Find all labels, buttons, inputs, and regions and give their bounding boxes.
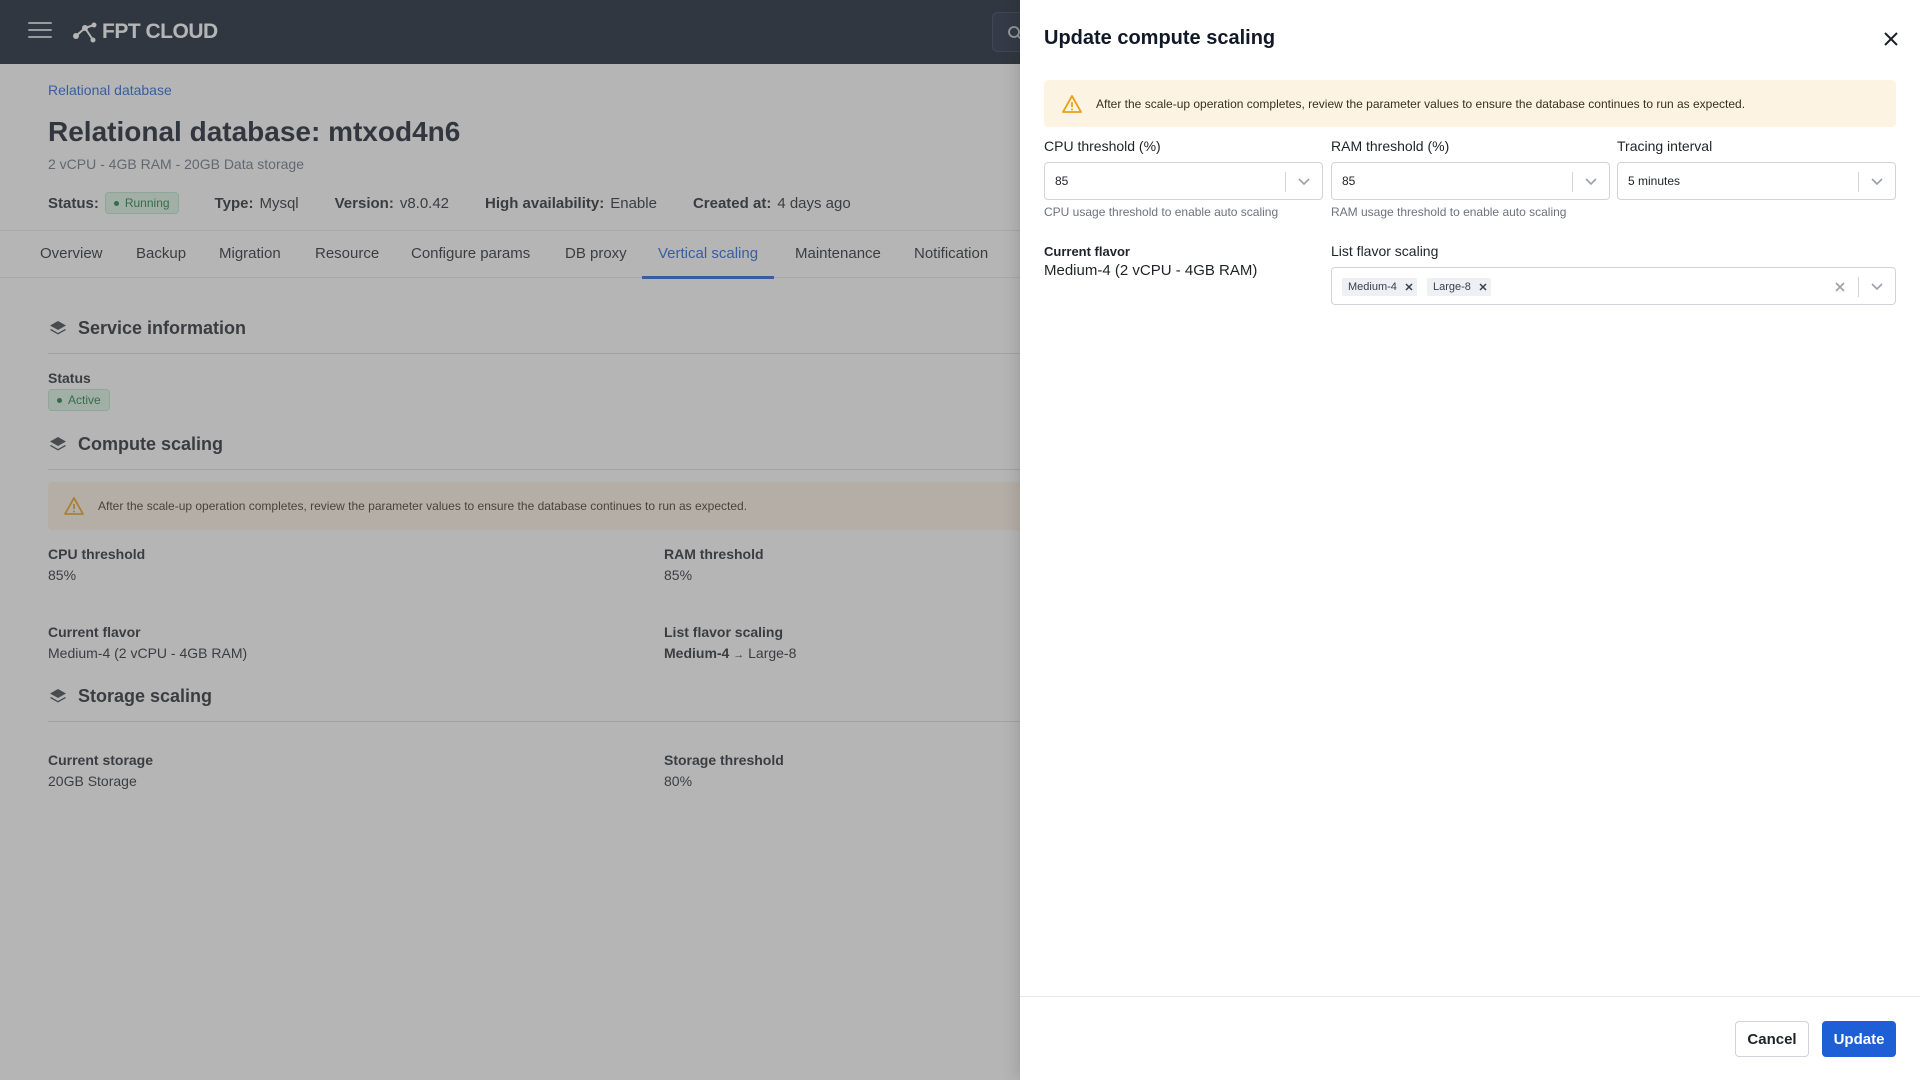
flavor-tag: Large-8 xyxy=(1427,278,1491,296)
flavor-list-multiselect[interactable]: Medium-4 Large-8 xyxy=(1331,267,1896,305)
list-flavor-field-label: List flavor scaling xyxy=(1331,243,1439,259)
tracing-interval-select[interactable]: 5 minutes xyxy=(1617,162,1896,200)
cpu-threshold-selected: 85 xyxy=(1055,174,1069,188)
cpu-threshold-field-label: CPU threshold (%) xyxy=(1044,138,1161,154)
select-separator xyxy=(1572,172,1573,192)
scale-up-warning-alert: After the scale-up operation completes, … xyxy=(1044,80,1896,127)
current-flavor-field-label: Current flavor xyxy=(1044,244,1130,259)
tracing-interval-selected: 5 minutes xyxy=(1628,174,1681,188)
ram-threshold-selected: 85 xyxy=(1342,174,1356,188)
close-icon[interactable] xyxy=(1882,30,1900,48)
select-separator xyxy=(1858,277,1859,297)
clear-all-icon[interactable] xyxy=(1835,282,1845,292)
tracing-interval-field-label: Tracing interval xyxy=(1617,138,1713,154)
select-separator xyxy=(1858,172,1859,192)
drawer-title: Update compute scaling xyxy=(1044,27,1276,49)
warning-icon xyxy=(1062,94,1082,113)
cpu-threshold-hint: CPU usage threshold to enable auto scali… xyxy=(1044,205,1279,219)
cpu-threshold-select[interactable]: 85 xyxy=(1044,162,1323,200)
update-button[interactable]: Update xyxy=(1822,1021,1896,1057)
remove-tag-icon[interactable] xyxy=(1405,283,1413,291)
chevron-down-icon xyxy=(1298,178,1310,186)
update-compute-scaling-drawer: Update compute scaling After the scale-u… xyxy=(1020,0,1920,1080)
cancel-button[interactable]: Cancel xyxy=(1735,1021,1809,1057)
ram-threshold-hint: RAM usage threshold to enable auto scali… xyxy=(1331,205,1567,219)
modal-backdrop[interactable] xyxy=(0,0,1020,1080)
current-flavor-field-value: Medium-4 (2 vCPU - 4GB RAM) xyxy=(1044,262,1258,279)
flavor-tag-label: Large-8 xyxy=(1433,281,1471,293)
chevron-down-icon xyxy=(1585,178,1597,186)
chevron-down-icon xyxy=(1871,283,1883,291)
select-separator xyxy=(1285,172,1286,192)
alert-text: After the scale-up operation completes, … xyxy=(1096,96,1746,111)
remove-tag-icon[interactable] xyxy=(1479,283,1487,291)
chevron-down-icon xyxy=(1871,178,1883,186)
ram-threshold-select[interactable]: 85 xyxy=(1331,162,1610,200)
flavor-tag: Medium-4 xyxy=(1342,278,1417,296)
flavor-tag-label: Medium-4 xyxy=(1348,281,1397,293)
ram-threshold-field-label: RAM threshold (%) xyxy=(1331,138,1450,154)
drawer-footer: Cancel Update xyxy=(1020,996,1920,1080)
